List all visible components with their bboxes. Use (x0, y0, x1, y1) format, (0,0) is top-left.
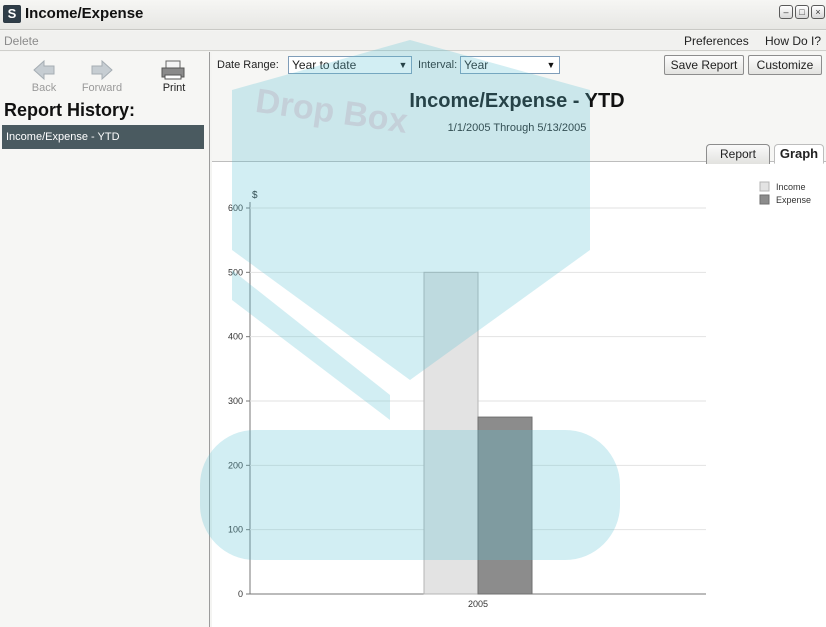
date-range-value: Year to date (292, 58, 357, 72)
print-label: Print (162, 82, 186, 94)
minimize-icon[interactable]: – (779, 5, 793, 19)
y-tick-label: 400 (228, 332, 243, 342)
history-item-income-expense-ytd[interactable]: Income/Expense - YTD (2, 125, 204, 149)
chevron-down-icon: ▼ (546, 60, 556, 70)
interval-value: Year (464, 58, 489, 72)
y-tick-label: 500 (228, 267, 243, 277)
printer-icon (161, 60, 185, 80)
title-bar: S Income/Expense – □ × (0, 0, 826, 30)
forward-label: Forward (81, 82, 123, 94)
maximize-icon[interactable]: □ (795, 5, 809, 19)
y-tick-label: 600 (228, 203, 243, 213)
left-pane: Back Forward Print Report History: Incom… (0, 52, 210, 627)
bar-expense (477, 416, 533, 595)
forward-arrow-icon (91, 59, 113, 81)
x-tick-label: 2005 (468, 599, 488, 609)
app-logo-icon: S (3, 5, 21, 23)
save-report-button[interactable]: Save Report (664, 55, 744, 75)
bar-income (423, 271, 479, 595)
y-tick-label: 300 (228, 396, 243, 406)
customize-button[interactable]: Customize (748, 55, 822, 75)
legend-swatch-expense (759, 194, 770, 205)
back-arrow-icon (33, 59, 55, 81)
legend-swatch-income (759, 181, 770, 192)
preferences-menu[interactable]: Preferences (684, 34, 749, 48)
date-range-select[interactable]: Year to date ▼ (288, 56, 412, 74)
close-icon[interactable]: × (811, 5, 825, 19)
window-title: Income/Expense (25, 5, 144, 22)
y-tick-label: 0 (238, 589, 243, 599)
report-toolbar: Date Range: Year to date ▼ Interval: Yea… (212, 52, 826, 164)
back-button[interactable]: Back (18, 56, 70, 101)
back-label: Back (31, 82, 57, 94)
how-do-i-menu[interactable]: How Do I? (765, 34, 821, 48)
legend-label-expense: Expense (776, 195, 811, 205)
report-title: Income/Expense - YTD (409, 90, 625, 112)
interval-label: Interval: (418, 59, 458, 71)
y-tick-label: 100 (228, 525, 243, 535)
chevron-down-icon: ▼ (398, 60, 408, 70)
date-range-label: Date Range: (217, 59, 279, 71)
report-date-range: 1/1/2005 Through 5/13/2005 (447, 122, 587, 134)
legend-label-income: Income (776, 182, 806, 192)
y-axis-label: $ (252, 190, 258, 201)
report-area: Date Range: Year to date ▼ Interval: Yea… (212, 52, 826, 627)
delete-menu[interactable]: Delete (4, 34, 39, 48)
income-expense-chart: $ 0 100 200 300 400 500 600 2005 Income Expense (228, 181, 811, 609)
interval-select[interactable]: Year ▼ (460, 56, 560, 74)
print-button[interactable]: Print (148, 56, 200, 101)
tab-graph[interactable]: Graph (774, 144, 824, 164)
y-tick-label: 200 (228, 460, 243, 470)
menu-bar: Delete Preferences How Do I? (0, 31, 826, 51)
tab-report[interactable]: Report (706, 144, 770, 164)
forward-button[interactable]: Forward (76, 56, 128, 101)
report-history-heading: Report History: (4, 100, 136, 120)
